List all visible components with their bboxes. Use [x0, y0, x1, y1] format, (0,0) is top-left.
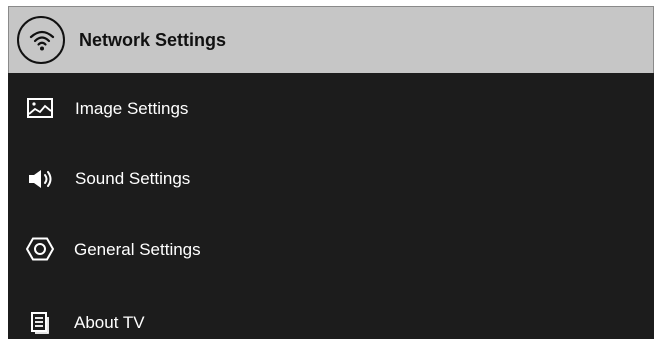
settings-menu: Network Settings Image Settings Sound Se…	[8, 6, 654, 339]
document-icon	[28, 311, 52, 335]
speaker-icon	[26, 167, 54, 191]
image-icon	[26, 96, 54, 120]
menu-item-label: Sound Settings	[75, 169, 191, 188]
menu-item-general-settings[interactable]: General Settings	[8, 213, 654, 283]
menu-item-label: About TV	[74, 313, 145, 332]
menu-item-image-settings[interactable]: Image Settings	[8, 73, 654, 143]
hexagon-icon	[25, 236, 55, 262]
menu-item-label: General Settings	[74, 240, 201, 259]
menu-item-label: Network Settings	[79, 30, 227, 50]
menu-item-network-settings[interactable]: Network Settings	[8, 6, 654, 73]
menu-item-about-tv[interactable]: About TV	[8, 283, 654, 339]
menu-item-sound-settings[interactable]: Sound Settings	[8, 143, 654, 213]
wifi-icon	[28, 26, 56, 54]
menu-item-label: Image Settings	[75, 99, 189, 118]
